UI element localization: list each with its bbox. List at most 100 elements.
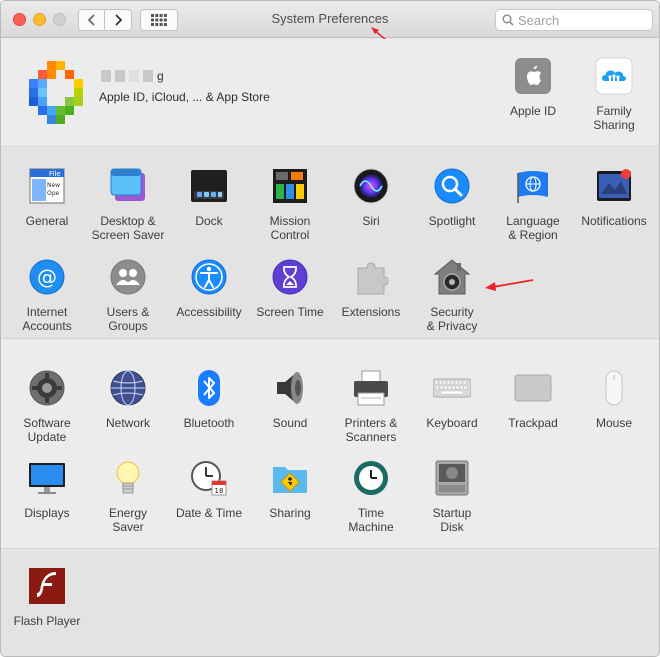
pane-sharing[interactable]: Sharing: [250, 459, 330, 520]
other-preferences-section: Flash Player: [1, 550, 659, 656]
user-name-fragment: g: [157, 69, 164, 83]
pane-general[interactable]: File New Ope General: [7, 167, 87, 228]
language-region-icon: [517, 171, 548, 203]
search-field[interactable]: [495, 9, 653, 31]
keyboard-icon: [432, 378, 472, 398]
dock-icon: [191, 170, 227, 202]
lightbulb-icon: [116, 461, 140, 494]
pane-flash-player[interactable]: Flash Player: [7, 567, 87, 628]
sharing-folder-icon: [273, 467, 307, 493]
pane-label: Startup Disk: [432, 506, 472, 534]
pane-extensions[interactable]: Extensions: [331, 258, 411, 319]
trackpad-icon: [514, 374, 552, 402]
pane-label: Internet Accounts: [22, 305, 72, 333]
system-preferences-window: System Preferences Search g Apple ID, iC…: [0, 0, 660, 657]
search-input[interactable]: [518, 12, 646, 28]
hardware-preferences-section: Software Update Network Bluetooth Sound …: [1, 340, 659, 549]
pane-keyboard[interactable]: Keyboard: [412, 369, 492, 430]
title-bar: System Preferences: [1, 1, 659, 38]
pane-time-machine[interactable]: Time Machine: [331, 459, 411, 534]
pane-trackpad[interactable]: Trackpad: [493, 369, 573, 430]
pane-label: Flash Player: [13, 614, 81, 628]
pane-software-update[interactable]: Software Update: [7, 369, 87, 444]
pane-label: Language & Region: [506, 214, 560, 242]
notifications-icon: [597, 169, 631, 201]
pane-label: Time Machine: [348, 506, 394, 534]
pane-label: Security & Privacy: [426, 305, 478, 333]
pane-apple-id[interactable]: Apple ID: [493, 57, 573, 118]
pane-label: Software Update: [23, 416, 71, 444]
annotation-arrow-security: [485, 279, 534, 291]
internet-accounts-icon: @: [29, 259, 65, 295]
pane-label: Notifications: [581, 214, 647, 228]
family-sharing-icon: [595, 57, 633, 95]
pane-accessibility[interactable]: Accessibility: [169, 258, 249, 319]
pane-label: Bluetooth: [183, 416, 235, 430]
puzzle-piece-icon: [357, 262, 389, 295]
pane-label: Apple ID: [509, 104, 557, 118]
pane-desktop-screen-saver[interactable]: Desktop & Screen Saver: [88, 167, 168, 242]
user-name-redacted: g: [101, 69, 191, 83]
flash-player-icon: [29, 568, 65, 604]
search-icon: [502, 14, 514, 26]
pane-internet-accounts[interactable]: @ Internet Accounts: [7, 258, 87, 333]
pane-label: Users & Groups: [106, 305, 150, 333]
pane-label: Family Sharing: [593, 104, 635, 132]
pane-displays[interactable]: Displays: [7, 459, 87, 520]
apple-logo-icon: [515, 58, 551, 94]
pane-energy-saver[interactable]: Energy Saver: [88, 459, 168, 534]
user-avatar[interactable]: [21, 59, 89, 127]
pane-startup-disk[interactable]: Startup Disk: [412, 459, 492, 534]
pane-language-region[interactable]: Language & Region: [493, 167, 573, 242]
pane-mouse[interactable]: Mouse: [574, 369, 654, 430]
pane-label: Trackpad: [508, 416, 558, 430]
account-subtitle: Apple ID, iCloud, ... & App Store: [99, 90, 270, 104]
pane-label: Extensions: [341, 305, 401, 319]
pane-printers-scanners[interactable]: Printers & Scanners: [331, 369, 411, 444]
pane-screen-time[interactable]: Screen Time: [250, 258, 330, 319]
house-lock-icon: [433, 259, 471, 295]
pane-label: Accessibility: [176, 305, 242, 319]
pane-label: Sound: [272, 416, 308, 430]
pane-dock[interactable]: Dock: [169, 167, 249, 228]
pane-label: Dock: [195, 214, 223, 228]
pane-security-privacy[interactable]: Security & Privacy: [412, 258, 492, 333]
mission-control-icon: [273, 169, 307, 203]
hard-disk-icon: [435, 460, 469, 496]
pane-label: Displays: [24, 506, 70, 520]
pane-sound[interactable]: Sound: [250, 369, 330, 430]
svg-text:Ope: Ope: [47, 190, 60, 197]
globe-network-icon: [110, 370, 146, 406]
monitor-icon: [29, 463, 65, 494]
svg-text:File: File: [49, 170, 61, 178]
pane-label: Date & Time: [175, 506, 243, 520]
hourglass-icon: [272, 259, 308, 295]
personal-preferences-section: File New Ope General Desktop & Screen Sa…: [1, 148, 659, 339]
pane-label: Energy Saver: [108, 506, 148, 534]
pane-label: Keyboard: [426, 416, 478, 430]
pane-notifications[interactable]: Notifications: [574, 167, 654, 228]
pane-label: Screen Time: [256, 305, 324, 319]
pane-spotlight[interactable]: Spotlight: [412, 167, 492, 228]
pane-label: Siri: [362, 214, 380, 228]
pane-mission-control[interactable]: Mission Control: [250, 167, 330, 242]
siri-icon: [353, 168, 389, 204]
users-groups-icon: [110, 259, 146, 295]
bluetooth-icon: [198, 370, 220, 406]
pane-label: Sharing: [269, 506, 311, 520]
pane-label: Mission Control: [269, 214, 311, 242]
account-section: g Apple ID, iCloud, ... & App Store Appl…: [1, 39, 659, 147]
clock-calendar-icon: 18: [191, 461, 227, 496]
pane-date-time[interactable]: 18 Date & Time: [169, 459, 249, 520]
pane-label: Spotlight: [428, 214, 476, 228]
pane-users-groups[interactable]: Users & Groups: [88, 258, 168, 333]
spotlight-icon: [434, 168, 470, 204]
svg-text:18: 18: [215, 487, 224, 495]
pane-network[interactable]: Network: [88, 369, 168, 430]
pane-bluetooth[interactable]: Bluetooth: [169, 369, 249, 430]
general-icon: File New Ope: [29, 168, 65, 204]
pane-family-sharing[interactable]: Family Sharing: [574, 57, 654, 132]
speaker-icon: [277, 372, 303, 404]
printer-icon: [354, 370, 388, 406]
pane-siri[interactable]: Siri: [331, 167, 411, 228]
